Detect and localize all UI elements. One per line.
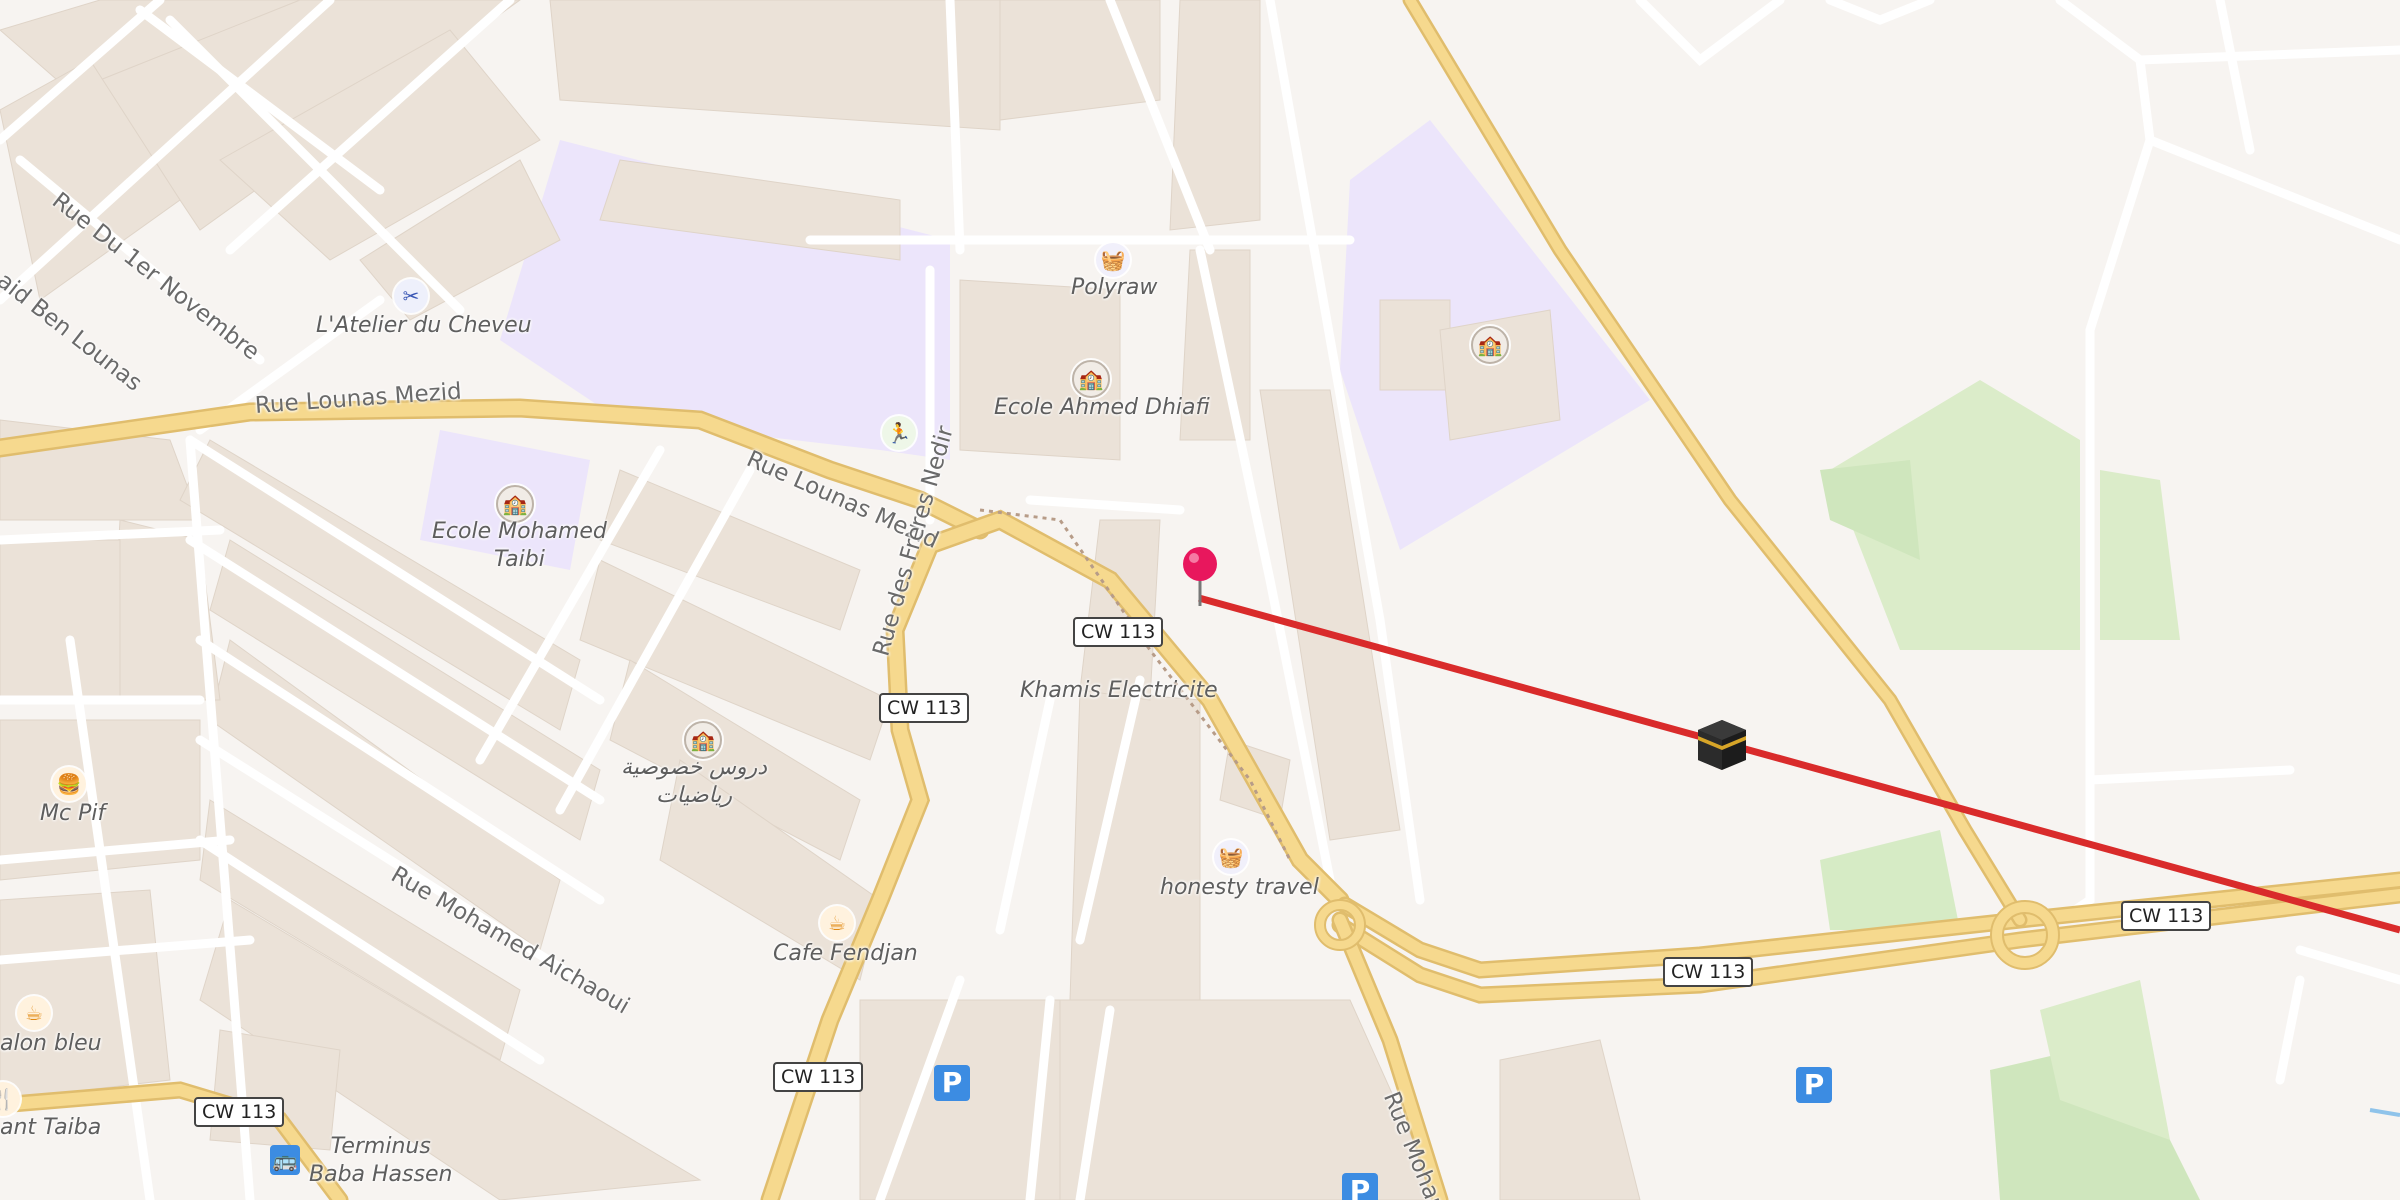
scissors-icon[interactable]: ✂ <box>394 279 428 313</box>
poi-label[interactable]: Ecole Ahmed Dhiafi <box>994 394 1210 422</box>
bus-icon[interactable]: 🚌 <box>270 1145 300 1175</box>
poi-label[interactable]: L'Atelier du Cheveu <box>316 312 532 340</box>
road-shield: CW 113 <box>1663 957 1754 987</box>
road-shield: CW 113 <box>1073 617 1164 647</box>
parking-icon[interactable]: P <box>1342 1173 1378 1200</box>
poi-label[interactable]: Mc Pif <box>40 800 105 828</box>
location-pin-icon[interactable] <box>1180 546 1220 608</box>
parking-icon[interactable]: P <box>934 1065 970 1101</box>
poi-label[interactable]: Cafe Fendjan <box>773 940 918 968</box>
stream <box>2369 1108 2400 1117</box>
poi-label[interactable]: ant Taiba <box>0 1114 101 1142</box>
road-shield: CW 113 <box>2121 901 2212 931</box>
burger-icon[interactable]: 🍔 <box>52 767 86 801</box>
shopping-basket-icon[interactable]: 🧺 <box>1096 243 1130 277</box>
poi-label[interactable]: دروس خصوصية رياضيات <box>621 754 767 809</box>
poi-label[interactable]: Khamis Electricite <box>1020 677 1218 705</box>
poi-label[interactable]: alon bleu <box>0 1030 102 1058</box>
kaaba-icon[interactable] <box>1694 716 1750 772</box>
poi-label[interactable]: Polyraw <box>1071 274 1157 302</box>
poi-label[interactable]: Terminus Baba Hassen <box>309 1133 452 1188</box>
school-icon[interactable]: 🏫 <box>1471 326 1509 364</box>
map-view[interactable]: Rue Lounas Mezid Rue Lounas Mezid Rue Du… <box>0 0 2400 1200</box>
park-area <box>2100 470 2180 640</box>
poi-label[interactable]: honesty travel <box>1160 874 1319 902</box>
road-shield: CW 113 <box>773 1062 864 1092</box>
cafe-icon[interactable]: ☕ <box>17 996 51 1030</box>
cafe-icon[interactable]: ☕ <box>820 906 854 940</box>
road-shield: CW 113 <box>879 693 970 723</box>
sport-icon[interactable]: 🏃 <box>882 416 916 450</box>
road-shield: CW 113 <box>194 1097 285 1127</box>
park-area <box>1820 830 1960 930</box>
school-icon[interactable]: 🏫 <box>1072 360 1110 398</box>
parking-icon[interactable]: P <box>1796 1067 1832 1103</box>
shopping-basket-icon[interactable]: 🧺 <box>1214 840 1248 874</box>
poi-label[interactable]: Ecole Mohamed Taibi <box>432 518 607 573</box>
